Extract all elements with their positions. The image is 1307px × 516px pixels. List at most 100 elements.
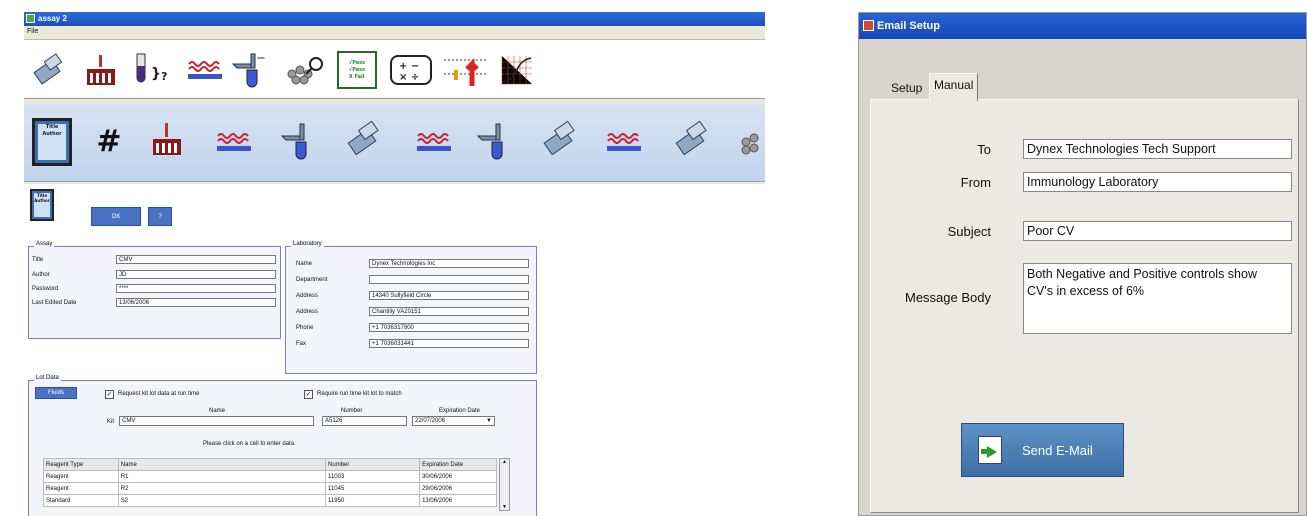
laboratory-group-title: Laboratory <box>291 241 324 247</box>
cell-number[interactable]: 11950 <box>325 494 421 507</box>
wash-icon[interactable] <box>280 120 320 164</box>
threshold-icon[interactable] <box>442 50 488 90</box>
instruction-text: Please click on a cell to enter data. <box>203 441 296 447</box>
cell-name[interactable]: R1 <box>117 470 327 483</box>
table-row[interactable]: Standard S2 11950 13/06/2006 <box>43 494 497 507</box>
calculator-icon[interactable]: + − × ÷ <box>389 52 433 88</box>
cell-number[interactable]: 11003 <box>325 470 421 483</box>
send-email-label: Send E-Mail <box>1022 442 1093 458</box>
menu-file[interactable]: File <box>27 28 38 35</box>
tab-setup[interactable]: Setup <box>887 77 926 101</box>
table-row[interactable]: Reagent R1 11003 30/06/2006 <box>43 470 497 483</box>
lab-name-field[interactable]: Dynex Technologies Inc <box>369 259 529 268</box>
cell-name[interactable]: S2 <box>117 494 327 507</box>
request-kit-lot-checkbox[interactable]: ✓ <box>105 390 114 399</box>
plate-reader-icon[interactable] <box>31 52 69 88</box>
email-window-title: Email Setup <box>877 20 940 32</box>
kit-label: Kit <box>107 419 115 425</box>
chevron-down-icon[interactable]: ▼ <box>486 417 492 425</box>
assay-group: Assay Title CMV Author JD Password **** … <box>28 241 281 339</box>
cell-exp[interactable]: 29/06/2006 <box>419 482 497 495</box>
to-field[interactable]: Dynex Technologies Tech Support <box>1023 139 1292 159</box>
tab-manual[interactable]: Manual <box>929 73 979 101</box>
lab-department-field[interactable] <box>369 275 529 284</box>
from-field[interactable]: Immunology Laboratory <box>1023 172 1292 192</box>
plate-reader-icon[interactable] <box>542 120 582 160</box>
message-body-field[interactable]: Both Negative and Positive controls show… <box>1023 263 1292 334</box>
title-card-icon[interactable]: Title Author <box>32 118 72 166</box>
lab-address2-field[interactable]: Chantilly VA20151 <box>369 307 529 316</box>
reagent-rack-icon[interactable] <box>82 52 120 88</box>
subject-label: Subject <box>947 224 991 239</box>
plate-strip-icon[interactable] <box>604 126 644 156</box>
scroll-down-icon[interactable]: ▼ <box>502 504 507 510</box>
title-card-mini-label: Title Author <box>34 193 50 217</box>
from-label: From <box>960 175 991 190</box>
wash-icon[interactable] <box>476 120 516 164</box>
assay-form-panel: Title Author OK ? Assay Title CMV Author… <box>24 184 765 516</box>
assay-title-label: Title <box>32 257 44 263</box>
cell-exp[interactable]: 13/06/2006 <box>419 494 497 507</box>
assay-author-field[interactable]: JD <box>116 270 276 279</box>
kit-number-header: Number <box>341 408 363 414</box>
wash-icon[interactable]: — <box>231 50 271 90</box>
lab-fax-label: Fax <box>296 341 307 347</box>
assay-author-label: Author <box>32 272 50 278</box>
reagent-rack-icon[interactable] <box>148 120 186 160</box>
cell-type[interactable]: Standard <box>43 494 119 507</box>
assay-window: assay 2 File }? — √Pass √Pass X Fail + −… <box>24 12 765 516</box>
subject-field[interactable]: Poor CV <box>1023 221 1292 241</box>
pass-fail-icon[interactable]: √Pass √Pass X Fail <box>337 51 377 89</box>
tube-query-icon[interactable]: }? <box>131 50 173 90</box>
shake-icon[interactable] <box>282 52 328 88</box>
plate-strip-icon[interactable] <box>214 126 254 156</box>
fluids-button[interactable]: Fluids <box>35 387 77 399</box>
kit-number-field[interactable]: A5126 <box>322 416 407 426</box>
lab-address1-field[interactable]: 14340 Sullyfield Circle <box>369 291 529 300</box>
plate-strip-icon[interactable] <box>414 126 454 156</box>
kit-name-field[interactable]: CMV <box>119 416 314 426</box>
cell-type[interactable]: Reagent <box>43 482 119 495</box>
assay-group-title: Assay <box>34 241 55 247</box>
to-label: To <box>977 142 991 157</box>
kit-name-header: Name <box>209 408 226 414</box>
request-kit-lot-label: Request kit lot data at run time <box>118 391 200 397</box>
help-button[interactable]: ? <box>148 207 172 226</box>
plate-reader-icon[interactable] <box>674 120 714 160</box>
table-row[interactable]: Reagent R2 11045 29/06/2006 <box>43 482 497 495</box>
title-card-icon[interactable]: Title Author <box>30 189 54 221</box>
email-titlebar: Email Setup <box>859 13 1306 39</box>
laboratory-group: Laboratory Name Dynex Technologies Inc D… <box>285 241 537 374</box>
reagent-table: Reagent Type Name Number Expiration Date… <box>43 458 497 507</box>
grid-icon[interactable]: # <box>92 124 126 159</box>
assay-password-field[interactable]: **** <box>116 284 276 293</box>
lab-fax-field[interactable]: +1 7036031441 <box>369 339 529 348</box>
lab-name-label: Name <box>296 261 313 267</box>
plate-reader-icon[interactable] <box>346 120 386 160</box>
scroll-up-icon[interactable]: ▲ <box>502 459 507 465</box>
cell-type[interactable]: Reagent <box>43 470 119 483</box>
cell-name[interactable]: R2 <box>117 482 327 495</box>
assay-edited-field[interactable]: 13/06/2006 <box>116 298 276 307</box>
assay-edited-label: Last Edited Date <box>32 300 77 306</box>
curve-fit-icon[interactable] <box>498 52 536 88</box>
cell-number[interactable]: 11045 <box>325 482 421 495</box>
window-title: assay 2 <box>38 14 67 23</box>
app-icon <box>26 14 35 23</box>
cell-exp[interactable]: 30/06/2006 <box>419 470 497 483</box>
svg-text:× ÷: × ÷ <box>399 72 419 83</box>
ok-button[interactable]: OK <box>91 207 141 226</box>
col-header-number: Number <box>325 458 421 471</box>
kit-exp-select[interactable]: 22/07/2006 ▼ <box>412 416 495 426</box>
assay-title-field[interactable]: CMV <box>116 255 276 264</box>
menu-bar: File <box>24 26 765 37</box>
workflow-toolbar: Title Author # <box>24 104 765 182</box>
svg-text:—: — <box>257 53 265 62</box>
shake-icon[interactable] <box>736 126 765 160</box>
send-email-button[interactable]: Send E-Mail <box>961 423 1124 477</box>
plate-strip-icon[interactable] <box>185 54 225 84</box>
require-kit-lot-checkbox[interactable]: ✓ <box>304 390 313 399</box>
lot-data-group-title: Lot Data <box>34 375 61 381</box>
table-scrollbar[interactable]: ▲ ▼ <box>499 458 510 511</box>
lab-phone-field[interactable]: +1 7036317800 <box>369 323 529 332</box>
